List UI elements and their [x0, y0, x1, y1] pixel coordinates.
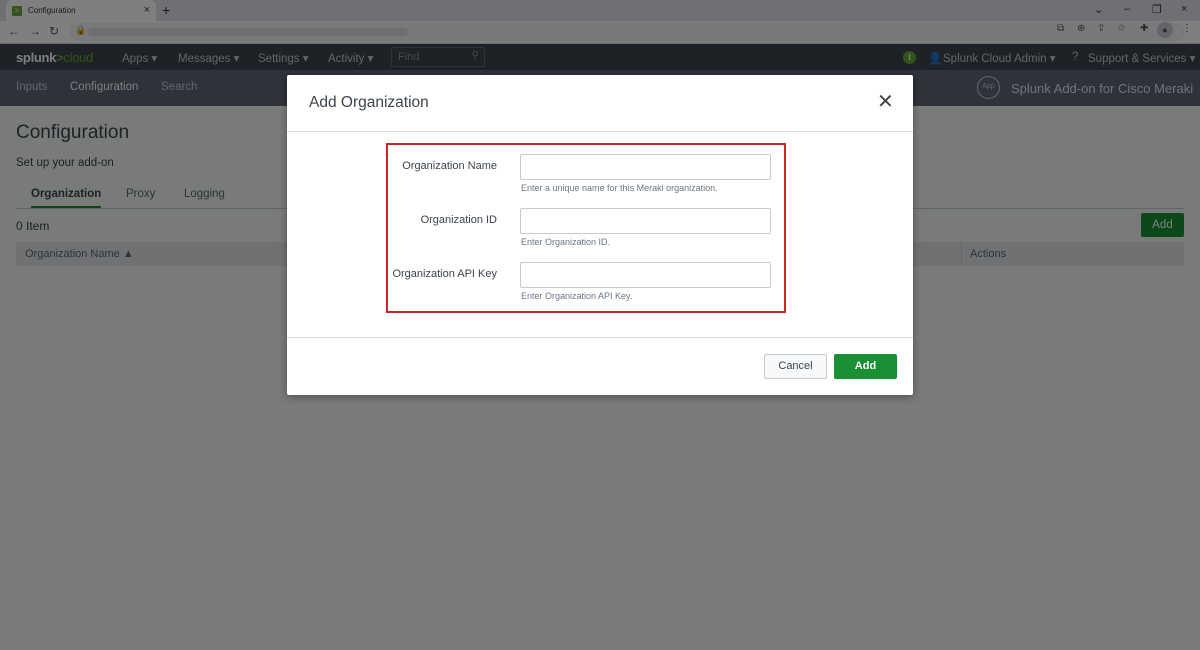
close-icon[interactable]: ✕: [877, 92, 894, 112]
organization-id-input[interactable]: [520, 208, 771, 234]
dialog-title: Add Organization: [309, 94, 429, 111]
organization-id-help: Enter Organization ID.: [521, 237, 611, 247]
organization-name-help: Enter a unique name for this Meraki orga…: [521, 183, 718, 193]
organization-name-label: Organization Name: [402, 160, 497, 172]
organization-api-key-help: Enter Organization API Key.: [521, 291, 633, 301]
dialog-header: Add Organization ✕: [287, 75, 913, 132]
add-organization-dialog: Add Organization ✕ Organization Name Ent…: [287, 75, 913, 395]
organization-id-label: Organization ID: [420, 214, 497, 226]
organization-api-key-label: Organization API Key: [392, 268, 497, 280]
add-button[interactable]: Add: [834, 354, 897, 379]
dialog-footer-divider: [287, 337, 913, 338]
cancel-button[interactable]: Cancel: [764, 354, 827, 379]
organization-api-key-input[interactable]: [520, 262, 771, 288]
organization-name-input[interactable]: [520, 154, 771, 180]
